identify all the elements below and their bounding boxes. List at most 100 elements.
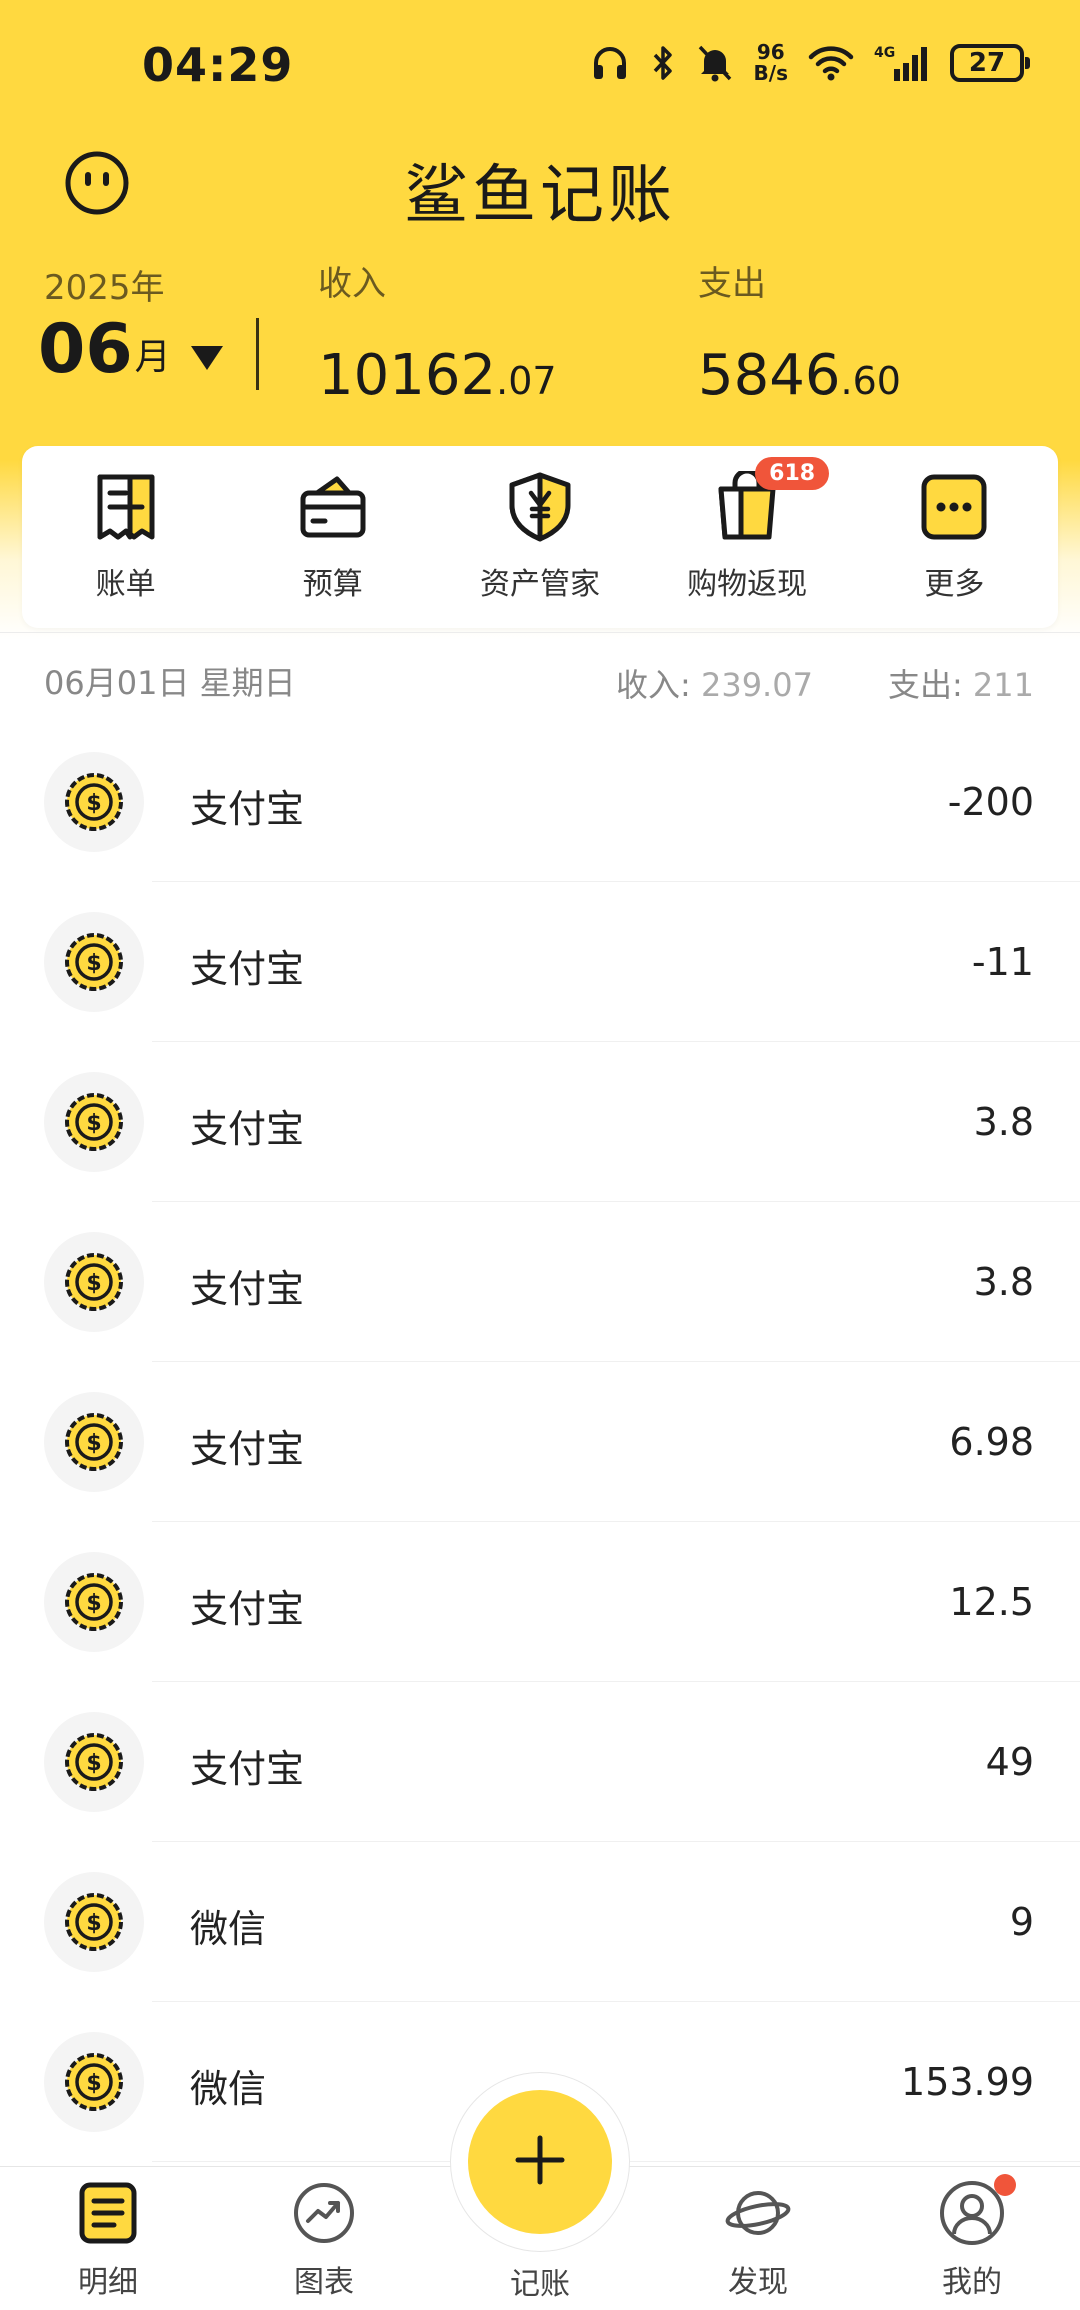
income-label: 收入 — [318, 264, 386, 304]
bill-icon — [90, 471, 162, 543]
headphones-icon — [590, 43, 630, 83]
mute-icon — [696, 43, 734, 83]
svg-text:$: $ — [86, 791, 101, 816]
app-title: 鲨鱼记账 — [404, 159, 676, 233]
transaction-name: 支付宝 — [190, 1267, 305, 1311]
nav-label: 发现 — [728, 2265, 788, 2300]
nav-label: 明细 — [78, 2265, 138, 2300]
day-header: 06月01日 星期日 收入: 239.07 支出: 211 — [0, 654, 1080, 704]
quick-label: 资产管家 — [479, 567, 600, 602]
transaction-row[interactable]: $ 支付宝 49 — [0, 1682, 1080, 1842]
coin-icon: $ — [44, 912, 144, 1012]
caret-down-icon — [190, 346, 223, 370]
coin-icon: $ — [44, 1552, 144, 1652]
transaction-amount: 12.5 — [949, 1580, 1034, 1624]
notification-dot — [994, 2174, 1016, 2196]
svg-text:$: $ — [86, 1111, 101, 1136]
nav-label: 记账 — [510, 2267, 570, 2302]
status-time: 04:29 — [142, 38, 294, 92]
transaction-amount: 153.99 — [901, 2060, 1034, 2104]
list-separator — [0, 632, 1080, 633]
quick-label: 更多 — [924, 567, 985, 602]
expense-label: 支出 — [698, 264, 766, 304]
nav-label: 我的 — [942, 2265, 1002, 2300]
expense-summary: 支出 5846.60 — [698, 256, 901, 408]
nav-discover[interactable]: 发现 — [688, 2179, 828, 2301]
transaction-row[interactable]: $ 支付宝 12.5 — [0, 1522, 1080, 1682]
expense-dec: .60 — [840, 359, 901, 403]
plus-icon — [512, 2132, 568, 2192]
day-income-value: 239.07 — [700, 666, 813, 704]
income-dec: .07 — [496, 359, 557, 403]
transaction-name: 支付宝 — [190, 1747, 305, 1791]
nav-chart[interactable]: 图表 — [254, 2179, 394, 2301]
transaction-row[interactable]: $ 支付宝 3.8 — [0, 1202, 1080, 1362]
quick-label: 预算 — [302, 567, 363, 602]
coin-icon: $ — [44, 1712, 144, 1812]
day-date: 06月01日 星期日 — [44, 664, 296, 702]
transaction-name: 支付宝 — [190, 1427, 305, 1471]
day-expense-value: 211 — [972, 666, 1034, 704]
bluetooth-icon — [650, 43, 676, 83]
income-int: 10162 — [318, 343, 497, 408]
transaction-amount: 49 — [985, 1740, 1034, 1784]
expense-int: 5846 — [698, 343, 841, 408]
day-expense: 支出: 211 — [888, 660, 1034, 706]
day-expense-label: 支出: — [887, 666, 963, 704]
battery-indicator: 27 — [950, 44, 1030, 82]
svg-text:$: $ — [86, 2071, 101, 2096]
promo-badge: 618 — [755, 457, 830, 490]
transaction-row[interactable]: $ 支付宝 3.8 — [0, 1042, 1080, 1202]
svg-text:$: $ — [86, 1751, 101, 1776]
nav-detail[interactable]: 明细 — [38, 2179, 178, 2301]
month-selector[interactable]: 06 月 — [38, 314, 223, 386]
quick-item-bill[interactable]: 账单 — [26, 471, 226, 603]
quick-menu: 账单 预算 资产管家 618 购物返现 更多 — [22, 446, 1058, 628]
month-number: 06 — [38, 310, 133, 389]
coin-icon: $ — [44, 2032, 144, 2132]
wallet-icon — [297, 471, 369, 543]
income-value: 10162.07 — [318, 343, 557, 408]
quick-item-budget[interactable]: 预算 — [233, 471, 433, 603]
coin-icon: $ — [44, 1392, 144, 1492]
signal-icon: 4G — [874, 43, 930, 83]
nav-profile[interactable]: 我的 — [902, 2179, 1042, 2301]
svg-text:$: $ — [86, 1591, 101, 1616]
summary-divider — [256, 318, 259, 390]
quick-item-cashback[interactable]: 618 购物返现 — [647, 457, 847, 603]
net-speed: 96 B/s — [754, 42, 788, 84]
title-row: 鲨鱼记账 — [0, 130, 1080, 240]
nav-label: 图表 — [294, 2265, 354, 2300]
month-unit: 月 — [134, 337, 171, 378]
transaction-name: 支付宝 — [190, 1587, 305, 1631]
transaction-name: 支付宝 — [190, 947, 305, 991]
planet-icon — [724, 2179, 792, 2247]
transaction-amount: 3.8 — [973, 1100, 1034, 1144]
transaction-row[interactable]: $ 支付宝 6.98 — [0, 1362, 1080, 1522]
transaction-row[interactable]: $ 支付宝 -200 — [0, 722, 1080, 882]
quick-item-assets[interactable]: 资产管家 — [440, 471, 640, 603]
transaction-list: $ 支付宝 -200 $ 支付宝 -11 $ 支付宝 3.8 $ 支付宝 3.8… — [0, 722, 1080, 2162]
transaction-amount: -200 — [947, 780, 1034, 824]
detail-icon — [74, 2179, 142, 2247]
coin-icon: $ — [44, 1872, 144, 1972]
more-icon — [918, 471, 990, 543]
status-icons: 96 B/s 4G 27 — [590, 38, 1030, 88]
quick-item-more[interactable]: 更多 — [854, 471, 1054, 603]
shield-yen-icon — [504, 471, 576, 543]
transaction-row[interactable]: $ 微信 9 — [0, 1842, 1080, 2002]
expense-value: 5846.60 — [698, 343, 901, 408]
chart-icon — [290, 2179, 358, 2247]
svg-text:$: $ — [86, 1431, 101, 1456]
add-record-button[interactable] — [468, 2090, 612, 2234]
transaction-amount: 6.98 — [949, 1420, 1034, 1464]
net-speed-unit: B/s — [753, 61, 788, 85]
transaction-name: 支付宝 — [190, 1107, 305, 1151]
transaction-amount: 3.8 — [973, 1260, 1034, 1304]
quick-label: 购物返现 — [687, 567, 808, 602]
svg-text:4G: 4G — [874, 45, 895, 61]
income-summary: 收入 10162.07 — [318, 256, 557, 408]
transaction-name: 微信 — [190, 2067, 267, 2111]
transaction-row[interactable]: $ 支付宝 -11 — [0, 882, 1080, 1042]
month-summary: 2025年 06 月 收入 10162.07 支出 5846.60 — [0, 250, 1080, 410]
